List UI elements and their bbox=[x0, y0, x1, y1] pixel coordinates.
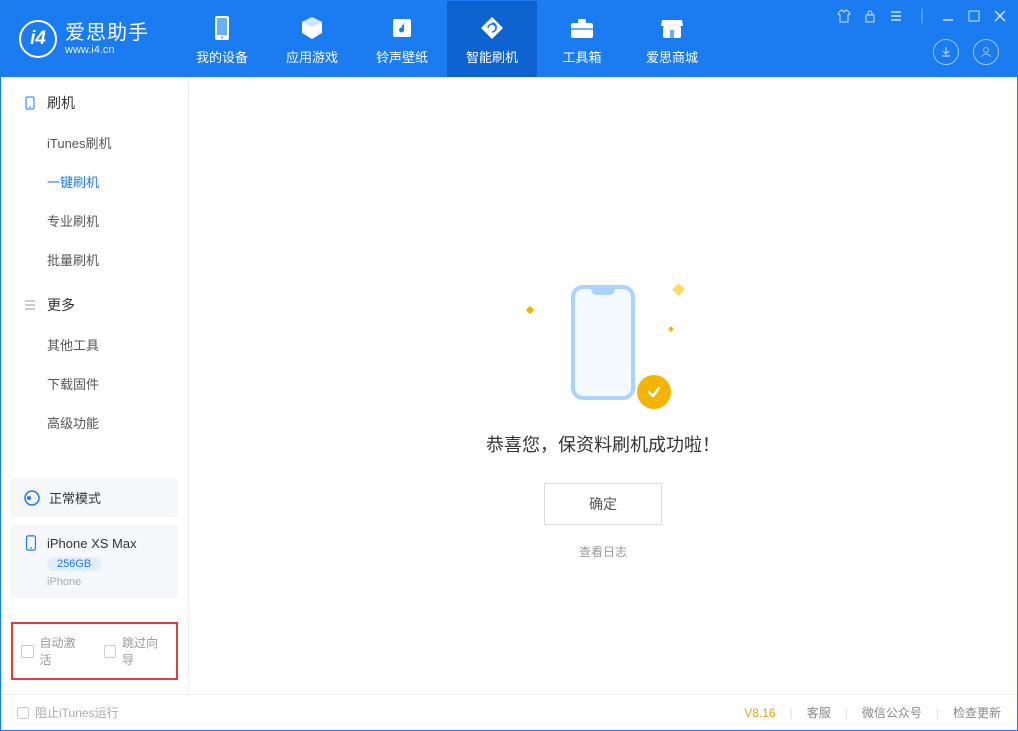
sidebar-item-other-tools[interactable]: 其他工具 bbox=[1, 325, 188, 364]
app-name: 爱思助手 bbox=[65, 22, 149, 44]
ok-button[interactable]: 确定 bbox=[544, 483, 662, 525]
sidebar-item-itunes-flash[interactable]: iTunes刷机 bbox=[1, 123, 188, 162]
device-name: iPhone XS Max bbox=[47, 536, 137, 551]
title-circle-buttons bbox=[933, 39, 999, 65]
footer-link-support[interactable]: 客服 bbox=[807, 704, 831, 721]
main-content: 恭喜您，保资料刷机成功啦！ 确定 查看日志 bbox=[189, 77, 1017, 694]
sidebar: 刷机 iTunes刷机 一键刷机 专业刷机 批量刷机 更多 其他工具 下载固件 … bbox=[1, 77, 189, 694]
sidebar-section-flash: 刷机 bbox=[1, 77, 188, 123]
close-button[interactable] bbox=[993, 9, 1007, 23]
sparkle-icon bbox=[672, 283, 685, 296]
device-icon bbox=[212, 13, 232, 43]
device-card[interactable]: iPhone XS Max 256GB iPhone bbox=[11, 525, 178, 598]
user-button[interactable] bbox=[973, 39, 999, 65]
checkbox-auto-activate[interactable]: 自动激活 bbox=[21, 634, 86, 668]
checkbox-icon bbox=[17, 707, 29, 719]
briefcase-icon bbox=[569, 13, 595, 43]
success-panel: 恭喜您，保资料刷机成功啦！ 确定 查看日志 bbox=[189, 277, 1017, 560]
app-window: i4 爱思助手 www.i4.cn 我的设备 应用游戏 铃声壁纸 智能刷机 bbox=[0, 0, 1018, 731]
music-icon bbox=[390, 13, 414, 43]
body: 刷机 iTunes刷机 一键刷机 专业刷机 批量刷机 更多 其他工具 下载固件 … bbox=[1, 77, 1017, 694]
mode-card[interactable]: 正常模式 bbox=[11, 478, 178, 517]
sparkle-icon bbox=[526, 306, 534, 314]
list-icon bbox=[23, 298, 37, 312]
titlebar: i4 爱思助手 www.i4.cn 我的设备 应用游戏 铃声壁纸 智能刷机 bbox=[1, 1, 1017, 77]
download-button[interactable] bbox=[933, 39, 959, 65]
check-badge-icon bbox=[637, 375, 671, 409]
version-label: V8.16 bbox=[744, 706, 775, 720]
footer-link-update[interactable]: 检查更新 bbox=[953, 704, 1001, 721]
nav-ringtones[interactable]: 铃声壁纸 bbox=[357, 1, 447, 77]
menu-icon[interactable] bbox=[889, 9, 903, 23]
divider-icon: | bbox=[915, 9, 929, 23]
checkbox-block-itunes[interactable]: 阻止iTunes运行 bbox=[17, 704, 119, 721]
sidebar-section-more: 更多 bbox=[1, 279, 188, 325]
device-kind: iPhone bbox=[47, 576, 166, 588]
device-capacity: 256GB bbox=[47, 557, 101, 571]
app-url: www.i4.cn bbox=[65, 44, 149, 56]
view-log-link[interactable]: 查看日志 bbox=[579, 543, 627, 560]
sidebar-item-download-firmware[interactable]: 下载固件 bbox=[1, 364, 188, 403]
sidebar-item-pro-flash[interactable]: 专业刷机 bbox=[1, 201, 188, 240]
sidebar-item-batch-flash[interactable]: 批量刷机 bbox=[1, 240, 188, 279]
logo[interactable]: i4 爱思助手 www.i4.cn bbox=[19, 20, 149, 58]
shop-icon bbox=[659, 13, 685, 43]
nav-my-device[interactable]: 我的设备 bbox=[177, 1, 267, 77]
logo-icon: i4 bbox=[19, 20, 57, 58]
main-nav: 我的设备 应用游戏 铃声壁纸 智能刷机 工具箱 爱思商城 bbox=[177, 1, 717, 77]
mode-icon bbox=[23, 489, 41, 507]
highlighted-checks: 自动激活 跳过向导 bbox=[11, 622, 178, 680]
success-illustration bbox=[543, 277, 663, 407]
nav-smart-flash[interactable]: 智能刷机 bbox=[447, 1, 537, 77]
window-controls-top: | bbox=[837, 9, 1007, 23]
refresh-icon bbox=[479, 13, 505, 43]
minimize-button[interactable] bbox=[941, 9, 955, 23]
maximize-button[interactable] bbox=[967, 9, 981, 23]
footer: 阻止iTunes运行 V8.16 | 客服 | 微信公众号 | 检查更新 bbox=[1, 694, 1017, 730]
iphone-icon bbox=[23, 535, 39, 551]
sidebar-item-one-click-flash[interactable]: 一键刷机 bbox=[1, 162, 188, 201]
sparkle-icon bbox=[668, 326, 674, 332]
checkbox-skip-guide[interactable]: 跳过向导 bbox=[104, 634, 169, 668]
tshirt-icon[interactable] bbox=[837, 9, 851, 23]
nav-shop[interactable]: 爱思商城 bbox=[627, 1, 717, 77]
sidebar-item-advanced[interactable]: 高级功能 bbox=[1, 403, 188, 442]
checkbox-icon bbox=[21, 645, 34, 658]
phone-icon bbox=[23, 96, 37, 110]
checkbox-icon bbox=[104, 645, 117, 658]
lock-icon[interactable] bbox=[863, 9, 877, 23]
cube-icon bbox=[299, 13, 325, 43]
success-message: 恭喜您，保资料刷机成功啦！ bbox=[486, 431, 720, 457]
nav-toolbox[interactable]: 工具箱 bbox=[537, 1, 627, 77]
footer-link-wechat[interactable]: 微信公众号 bbox=[862, 704, 922, 721]
nav-apps-games[interactable]: 应用游戏 bbox=[267, 1, 357, 77]
footer-right: V8.16 | 客服 | 微信公众号 | 检查更新 bbox=[744, 704, 1001, 721]
